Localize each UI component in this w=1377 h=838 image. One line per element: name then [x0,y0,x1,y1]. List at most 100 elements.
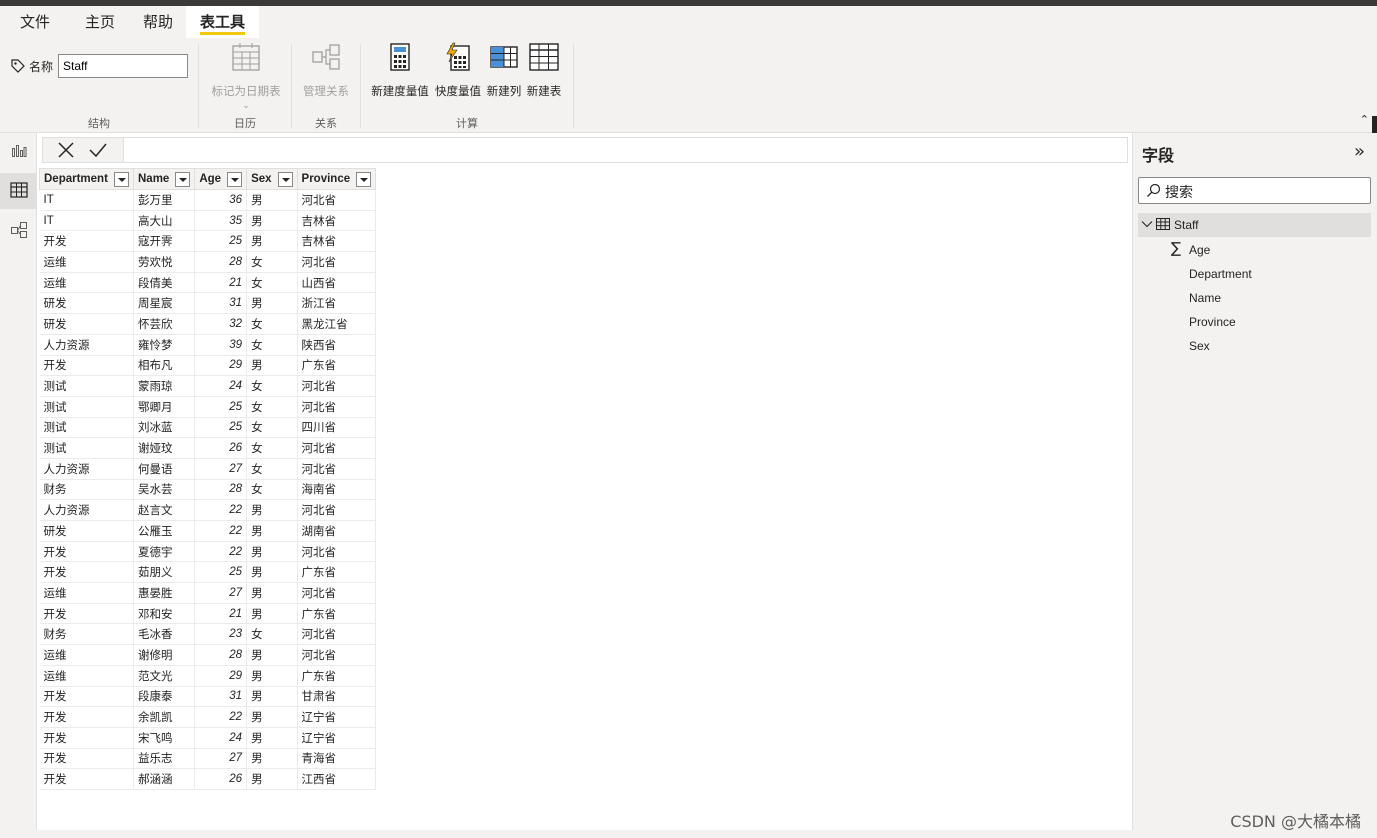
table-cell[interactable]: 河北省 [297,499,377,521]
table-cell[interactable]: 河北省 [297,644,377,666]
table-cell[interactable]: 36 [194,189,248,211]
table-cell[interactable]: 夏德宇 [133,541,196,563]
formula-input[interactable] [123,138,1127,162]
table-cell[interactable]: 范文光 [133,665,196,687]
table-cell[interactable]: 益乐志 [133,748,196,770]
tab-file[interactable]: 文件 [20,6,50,38]
mark-as-date-table-button[interactable]: 标记为日期表 ⌄ [207,42,285,111]
field-item[interactable]: Age [1189,243,1210,257]
table-cell[interactable]: 男 [246,520,298,542]
table-cell[interactable]: 寇开霁 [133,230,196,253]
table-cell[interactable]: 河北省 [297,437,377,459]
table-cell[interactable]: 邓和安 [133,603,196,625]
column-header[interactable]: Province [296,168,377,190]
table-cell[interactable]: 四川省 [297,417,377,439]
filter-dropdown-icon[interactable] [227,171,243,187]
table-cell[interactable]: 21 [194,603,248,625]
table-cell[interactable]: 湖南省 [297,520,377,542]
table-cell[interactable]: 茹朋义 [133,561,196,584]
table-cell[interactable]: 蒙雨琼 [133,375,196,397]
table-cell[interactable]: 开发 [39,603,134,625]
table-cell[interactable]: 河北省 [297,375,377,397]
new-measure-button[interactable]: 新建度量值 [369,42,431,99]
table-cell[interactable]: 31 [194,686,248,708]
table-cell[interactable]: 31 [194,292,248,315]
table-cell[interactable]: IT [39,189,134,211]
field-item[interactable]: Name [1189,291,1221,305]
table-cell[interactable]: IT [39,210,134,232]
table-cell[interactable]: 测试 [39,396,134,418]
table-cell[interactable]: 28 [194,251,248,273]
table-cell[interactable]: 35 [194,210,248,232]
table-cell[interactable]: 山西省 [297,272,377,294]
model-view-button[interactable] [0,213,37,249]
table-cell[interactable]: 余凯凯 [133,706,196,728]
table-cell[interactable]: 吴水芸 [133,479,196,501]
table-cell[interactable]: 人力资源 [39,499,134,521]
table-cell[interactable]: 男 [246,230,298,253]
table-cell[interactable]: 测试 [39,417,134,439]
table-cell[interactable]: 劳欢悦 [133,251,196,273]
table-cell[interactable]: 黑龙江省 [297,313,377,335]
table-cell[interactable]: 29 [194,665,248,687]
table-cell[interactable]: 男 [246,768,298,790]
new-column-button[interactable]: 新建列 [485,42,523,99]
table-cell[interactable]: 谢修明 [133,644,196,666]
table-cell[interactable]: 男 [246,727,298,749]
table-cell[interactable]: 运维 [39,644,134,666]
table-cell[interactable]: 青海省 [297,748,377,770]
filter-dropdown-icon[interactable] [277,171,293,187]
table-cell[interactable]: 测试 [39,375,134,397]
table-cell[interactable]: 女 [246,623,298,646]
table-cell[interactable]: 段康泰 [133,686,196,708]
table-cell[interactable]: 男 [246,603,298,625]
table-cell[interactable]: 女 [246,417,298,439]
table-cell[interactable]: 22 [194,499,248,521]
new-table-button[interactable]: 新建表 [525,42,563,99]
table-cell[interactable]: 人力资源 [39,458,134,480]
table-cell[interactable]: 高大山 [133,210,196,232]
table-cell[interactable]: 河北省 [297,623,377,646]
table-cell[interactable]: 男 [246,541,298,563]
table-cell[interactable]: 研发 [39,520,134,542]
table-cell[interactable]: 27 [194,748,248,770]
table-cell[interactable]: 男 [246,561,298,584]
column-header[interactable]: Sex [246,168,298,190]
table-cell[interactable]: 29 [194,355,248,377]
table-cell[interactable]: 25 [194,396,248,418]
table-cell[interactable]: 怀芸欣 [133,313,196,335]
table-cell[interactable]: 辽宁省 [297,727,377,749]
table-cell[interactable]: 运维 [39,272,134,294]
column-header[interactable]: Age [194,168,248,190]
table-cell[interactable]: 运维 [39,665,134,687]
table-cell[interactable]: 39 [194,334,248,356]
expand-pane-icon[interactable]: » [1354,141,1365,162]
table-cell[interactable]: 吉林省 [297,210,377,232]
filter-dropdown-icon[interactable] [175,171,191,187]
table-cell[interactable]: 开发 [39,230,134,253]
table-cell[interactable]: 25 [194,561,248,584]
table-cell[interactable]: 甘肃省 [297,686,377,708]
table-cell[interactable]: 运维 [39,251,134,273]
table-cell[interactable]: 21 [194,272,248,294]
table-cell[interactable]: 开发 [39,355,134,377]
table-cell[interactable]: 测试 [39,437,134,459]
table-cell[interactable]: 财务 [39,623,134,646]
table-cell[interactable]: 开发 [39,561,134,584]
table-cell[interactable]: 毛冰香 [133,623,196,646]
table-cell[interactable]: 23 [194,623,248,646]
table-cell[interactable]: 女 [246,334,298,356]
filter-dropdown-icon[interactable] [356,171,372,187]
table-cell[interactable]: 男 [246,706,298,728]
table-cell[interactable]: 25 [194,417,248,439]
table-cell[interactable]: 宋飞鸣 [133,727,196,749]
table-cell[interactable]: 男 [246,665,298,687]
table-cell[interactable]: 男 [246,210,298,232]
field-item[interactable]: Province [1189,315,1236,329]
commit-formula-button[interactable] [85,140,111,162]
table-cell[interactable]: 22 [194,541,248,563]
table-cell[interactable]: 男 [246,189,298,211]
field-item[interactable]: Sex [1189,339,1210,353]
table-cell[interactable]: 赵言文 [133,499,196,521]
table-cell[interactable]: 开发 [39,706,134,728]
